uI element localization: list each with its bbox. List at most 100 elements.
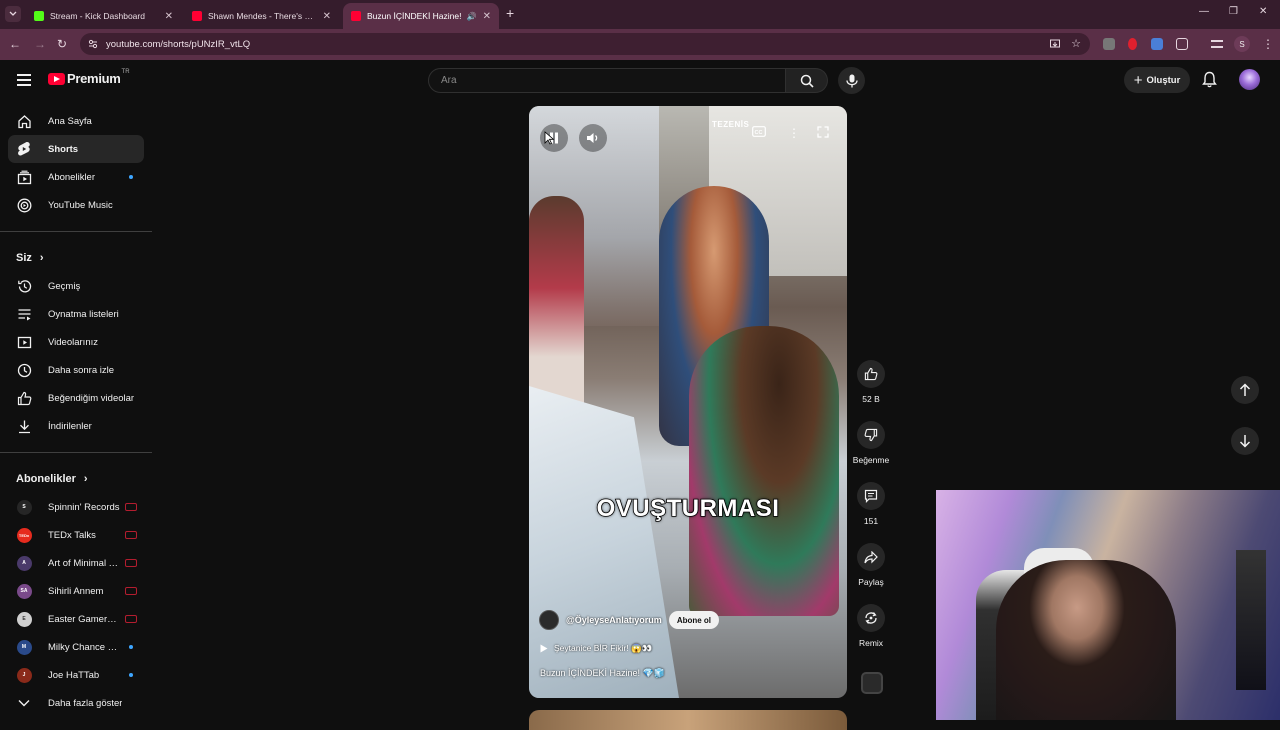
sidebar-item-youtube-music[interactable]: YouTube Music <box>8 191 144 219</box>
address-bar[interactable]: youtube.com/shorts/pUNzIR_vtLQ ☆ <box>80 33 1090 55</box>
notifications-button[interactable] <box>1202 71 1217 93</box>
thumbs-up-icon <box>864 367 878 381</box>
live-indicator-icon <box>125 559 137 567</box>
comments-button[interactable]: 151 <box>851 482 891 526</box>
forward-arrow-icon[interactable]: → <box>34 37 46 51</box>
chevron-right-icon: › <box>83 473 88 485</box>
subscribe-button[interactable]: Abone ol <box>668 611 720 629</box>
sidebar-channel-milky-chance[interactable]: M Milky Chance Off... <box>8 633 144 661</box>
sidebar-you-header[interactable]: Siz › <box>0 244 152 272</box>
audio-source-thumbnail[interactable] <box>861 672 883 694</box>
sidebar-channel-spinnin-records[interactable]: S Spinnin' Records <box>8 493 144 521</box>
sidebar-item-playlists[interactable]: Oynatma listeleri <box>8 300 144 328</box>
profile-avatar[interactable]: S <box>1234 36 1250 52</box>
new-content-dot <box>129 673 133 677</box>
close-icon[interactable]: ✕ <box>165 11 173 22</box>
sidebar-show-more[interactable]: Daha fazla göster <box>8 689 144 717</box>
captions-button[interactable]: CC <box>752 126 766 137</box>
youtube-logo-icon <box>48 72 65 85</box>
puzzle-extensions-icon[interactable] <box>1176 38 1188 50</box>
channel-handle-link[interactable]: @ÖyleyseAnlatıyorum <box>566 615 662 625</box>
tab-search-button[interactable] <box>5 6 21 22</box>
shorts-video-player[interactable]: TEZENİS CC ⋮ OVUŞTURMASI @ÖyleyseAnlatıy… <box>529 106 847 698</box>
sidebar-channel-tedx-talks[interactable]: TEDx TEDx Talks <box>8 521 144 549</box>
channel-avatar: TEDx <box>16 527 32 543</box>
sidebar-channel-easter-gamerstv[interactable]: E Easter GamersTv <box>8 605 144 633</box>
sidebar-channel-art-of-minimal[interactable]: A Art of Minimal T... <box>8 549 144 577</box>
watch-later-icon <box>17 363 31 377</box>
close-icon[interactable]: ✕ <box>323 11 331 22</box>
channel-avatar: A <box>16 555 32 571</box>
youtube-premium-logo[interactable]: Premium TR <box>48 69 130 86</box>
new-content-dot <box>129 645 133 649</box>
previous-short-button[interactable] <box>1231 376 1259 404</box>
create-button[interactable]: + Oluştur <box>1124 67 1190 93</box>
bell-icon <box>1202 71 1217 88</box>
history-icon <box>17 279 31 292</box>
account-avatar[interactable] <box>1239 69 1260 90</box>
fullscreen-button[interactable] <box>817 126 829 138</box>
reading-list-icon[interactable] <box>1211 40 1223 48</box>
speaker-icon[interactable]: 🔊 <box>467 12 477 21</box>
sidebar-channel-sihirli-annem[interactable]: SA Sihirli Annem <box>8 577 144 605</box>
home-icon <box>17 114 31 128</box>
translate-extension-icon[interactable] <box>1151 38 1163 50</box>
extension-icon[interactable] <box>1103 38 1115 50</box>
dislike-button[interactable]: Beğenme <box>851 421 891 465</box>
channel-avatar[interactable] <box>539 610 559 630</box>
sidebar-item-shorts[interactable]: Shorts <box>8 135 144 163</box>
sidebar-item-downloads[interactable]: İndirilenler <box>8 412 144 440</box>
webcam-background-lamp <box>1236 550 1266 690</box>
sidebar-item-watch-later[interactable]: Daha sonra izle <box>8 356 144 384</box>
store-watermark: TEZENİS <box>712 120 750 129</box>
channel-avatar: S <box>16 499 32 515</box>
sidebar-subscriptions-header[interactable]: Abonelikler › <box>0 465 152 493</box>
browser-tab-kick[interactable]: Stream - Kick Dashboard ✕ <box>26 3 181 29</box>
kick-favicon <box>34 11 44 21</box>
restore-icon[interactable]: ❐ <box>1229 6 1238 17</box>
sidebar-item-your-videos[interactable]: Videolarınız <box>8 328 144 356</box>
chevron-down-icon <box>18 700 30 707</box>
share-button[interactable]: Paylaş <box>851 543 891 587</box>
guide-menu-icon[interactable] <box>17 74 31 86</box>
bookmark-star-icon[interactable]: ☆ <box>1071 37 1081 50</box>
reload-icon[interactable]: ↻ <box>57 37 67 51</box>
streamer-figure <box>996 560 1176 720</box>
sidebar-item-history[interactable]: Geçmiş <box>8 272 144 300</box>
back-arrow-icon[interactable]: ← <box>9 37 21 51</box>
sidebar-item-subscriptions[interactable]: Abonelikler <box>8 163 144 191</box>
minimize-icon[interactable]: — <box>1199 6 1209 17</box>
next-short-preview[interactable] <box>529 710 847 730</box>
captions-icon: CC <box>752 126 766 137</box>
remix-icon <box>865 612 877 624</box>
browser-tab-shawn-mendes[interactable]: Shawn Mendes - There's Nothing ✕ <box>184 3 339 29</box>
short-sound-link[interactable]: Şeytanice BİR Fikir! 😱👀 <box>540 643 652 654</box>
more-options-icon[interactable]: ⋮ <box>788 126 800 140</box>
close-icon[interactable]: ✕ <box>483 11 491 22</box>
more-menu-icon[interactable]: ⋮ <box>1262 37 1274 51</box>
arrow-up-icon <box>1239 383 1251 396</box>
browser-tab-strip: Stream - Kick Dashboard ✕ Shawn Mendes -… <box>0 0 1280 29</box>
search-input[interactable]: Ara <box>428 68 786 93</box>
site-info-icon[interactable] <box>88 39 98 49</box>
search-button[interactable] <box>786 68 828 93</box>
browser-tab-active-short[interactable]: Buzun İÇİNDEKİ Hazine! 🔊 ✕ <box>343 3 499 29</box>
video-figure <box>689 326 839 616</box>
window-close-icon[interactable]: ✕ <box>1259 6 1267 17</box>
new-tab-button[interactable]: + <box>506 5 514 21</box>
sidebar-item-liked-videos[interactable]: Beğendiğim videolar <box>8 384 144 412</box>
sidebar-item-home[interactable]: Ana Sayfa <box>8 107 144 135</box>
channel-avatar: SA <box>16 583 32 599</box>
next-short-button[interactable] <box>1231 427 1259 455</box>
sidebar-channel-joe-hattab[interactable]: J Joe HaTTab <box>8 661 144 689</box>
like-button[interactable]: 52 B <box>851 360 891 404</box>
sidebar-divider <box>0 452 152 453</box>
voice-search-button[interactable] <box>838 67 865 94</box>
live-indicator-icon <box>125 587 137 595</box>
remix-button[interactable]: Remix <box>851 604 891 648</box>
volume-button[interactable] <box>579 124 607 152</box>
video-caption: OVUŞTURMASI <box>596 494 780 523</box>
live-indicator-icon <box>125 531 137 539</box>
install-app-icon[interactable] <box>1050 39 1060 49</box>
recording-extension-icon[interactable] <box>1128 38 1137 50</box>
